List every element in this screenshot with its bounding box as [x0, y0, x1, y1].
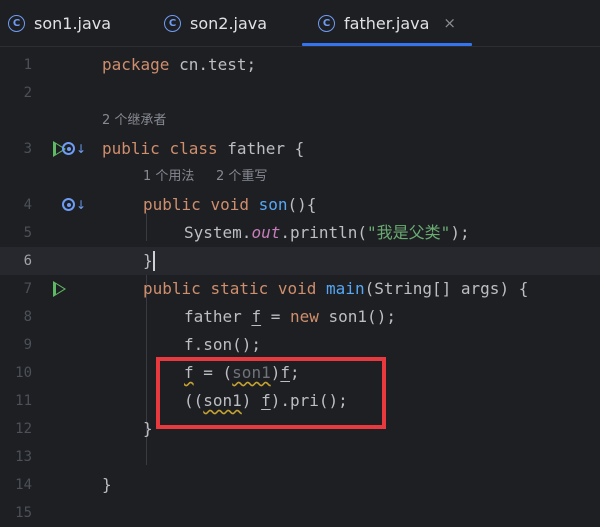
code-text: public class father {	[102, 139, 305, 158]
code-line-5[interactable]: 5 System.out.println("我是父类");	[0, 219, 600, 247]
code-line-9[interactable]: 9 f.son();	[0, 331, 600, 359]
text-cursor	[153, 251, 155, 271]
tab-son1-java[interactable]: C son1.java	[8, 0, 111, 46]
code-text: public void son(){	[143, 195, 317, 214]
line-number: 15	[15, 505, 32, 521]
code-line-7[interactable]: 7 public static void main(String[] args)…	[0, 275, 600, 303]
line-number: 9	[23, 337, 32, 353]
code-line-15[interactable]: 15	[0, 499, 600, 527]
code-text: System.out.println("我是父类");	[184, 223, 470, 242]
code-text: }	[102, 475, 112, 494]
line-number: 12	[15, 421, 32, 437]
usages-hint[interactable]: 1 个用法	[143, 163, 194, 191]
line-number: 8	[23, 309, 32, 325]
code-text: father f = new son1();	[184, 307, 396, 326]
code-text: }	[143, 251, 153, 270]
code-text: public static void main(String[] args) {	[143, 279, 529, 298]
code-line-6[interactable]: 6 }	[0, 247, 600, 275]
line-number: 10	[15, 365, 32, 381]
tab-son2-java[interactable]: C son2.java	[164, 0, 267, 46]
tab-father-java[interactable]: C father.java ×	[302, 0, 472, 46]
line-number: 2	[23, 85, 32, 101]
code-editor[interactable]: 1 package cn.test; 2 2 个继承者 3 public cla…	[0, 47, 600, 526]
code-line-14[interactable]: 14 }	[0, 471, 600, 499]
inheritors-hint[interactable]: 2 个继承者	[102, 107, 166, 135]
overridden-icon[interactable]	[62, 198, 86, 211]
close-tab-icon[interactable]: ×	[443, 14, 456, 32]
implemented-icon[interactable]	[62, 142, 86, 155]
code-line-13[interactable]: 13	[0, 443, 600, 471]
class-c-icon: C	[164, 14, 181, 32]
line-number: 5	[23, 225, 32, 241]
run-icon[interactable]	[53, 281, 66, 297]
line-number: 6	[23, 253, 32, 269]
code-line-3[interactable]: 3 public class father {	[0, 135, 600, 163]
code-text: package cn.test;	[102, 55, 257, 74]
line-number: 13	[15, 449, 32, 465]
tab-label: son1.java	[34, 13, 112, 33]
code-line-8[interactable]: 8 father f = new son1();	[0, 303, 600, 331]
line-number: 11	[15, 393, 32, 409]
code-text: }	[143, 419, 153, 438]
code-line-2[interactable]: 2	[0, 79, 600, 107]
code-line-1[interactable]: 1 package cn.test;	[0, 51, 600, 79]
class-c-icon: C	[318, 14, 335, 32]
highlight-annotation-box	[156, 357, 386, 429]
line-number: 1	[23, 57, 32, 73]
overrides-hint[interactable]: 2 个重写	[216, 163, 267, 191]
line-number: 7	[23, 281, 32, 297]
editor-tab-bar: C son1.java C son2.java C father.java ×	[0, 0, 600, 47]
tab-label: son2.java	[190, 13, 268, 33]
code-text: f.son();	[184, 335, 262, 354]
line-number: 14	[15, 477, 32, 493]
tab-label: father.java	[344, 13, 430, 33]
line-number: 3	[23, 141, 32, 157]
line-number: 4	[23, 197, 32, 213]
code-line-4[interactable]: 4 public void son(){	[0, 191, 600, 219]
class-c-icon: C	[8, 14, 25, 32]
